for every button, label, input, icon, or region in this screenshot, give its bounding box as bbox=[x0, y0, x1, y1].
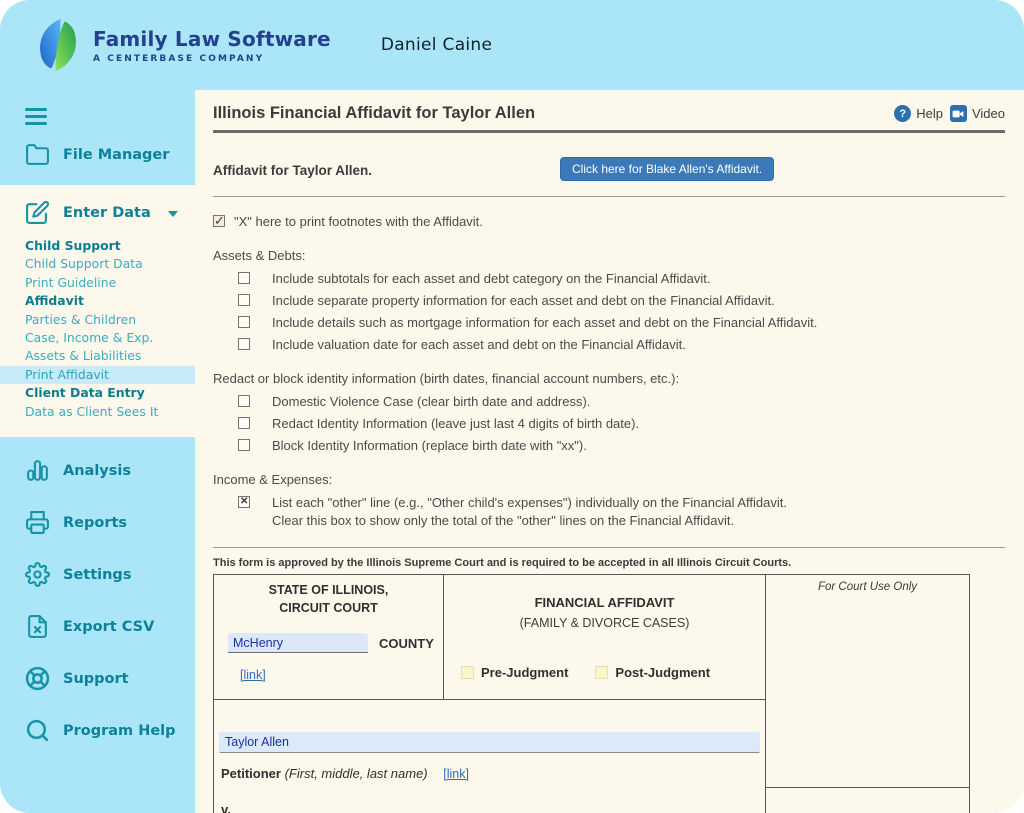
county-input[interactable] bbox=[228, 633, 368, 653]
video-button[interactable]: Video bbox=[950, 105, 1005, 122]
form-title-line2: (FAMILY & DIVORCE CASES) bbox=[444, 613, 765, 634]
enter-data-submenu: Child Support Child Support Data Print G… bbox=[0, 237, 195, 421]
sidebar-item-export-csv[interactable]: Export CSV bbox=[0, 613, 195, 640]
edit-icon bbox=[25, 200, 50, 225]
sidebar: File Manager Enter Data Child Support Ch… bbox=[0, 90, 195, 813]
redact-identity-checkbox[interactable] bbox=[238, 417, 250, 429]
sidebar-item-print-guideline[interactable]: Print Guideline bbox=[0, 274, 195, 292]
county-label: COUNTY bbox=[379, 636, 434, 651]
chevron-down-icon bbox=[168, 211, 178, 217]
video-icon bbox=[950, 105, 967, 122]
brand-name: Family Law Software bbox=[93, 27, 331, 51]
help-button[interactable]: ? Help bbox=[894, 105, 943, 122]
redact-heading: Redact or block identity information (bi… bbox=[213, 371, 1005, 386]
other-lines-checkbox[interactable] bbox=[238, 496, 250, 508]
page-title: Illinois Financial Affidavit for Taylor … bbox=[213, 104, 894, 123]
sidebar-item-label: File Manager bbox=[63, 147, 169, 163]
sidebar-item-child-support[interactable]: Child Support bbox=[0, 237, 195, 255]
other-lines-note: Clear this box to show only the total of… bbox=[213, 513, 1005, 528]
sidebar-item-settings[interactable]: Settings bbox=[0, 561, 195, 588]
footnotes-label: "X" here to print footnotes with the Aff… bbox=[234, 214, 483, 229]
app-window: Family Law Software A CENTERBASE COMPANY… bbox=[0, 0, 1024, 813]
divider bbox=[213, 547, 1005, 548]
option-label: List each "other" line (e.g., "Other chi… bbox=[272, 495, 787, 510]
assets-subtotals-checkbox[interactable] bbox=[238, 272, 250, 284]
approval-note: This form is approved by the Illinois Su… bbox=[213, 557, 1005, 569]
file-x-icon bbox=[25, 614, 50, 639]
county-link[interactable]: [link] bbox=[240, 668, 266, 682]
post-judgment-label: Post-Judgment bbox=[615, 665, 710, 680]
sidebar-item-label: Settings bbox=[63, 567, 131, 583]
app-header: Family Law Software A CENTERBASE COMPANY… bbox=[0, 0, 1024, 90]
court-form: STATE OF ILLINOIS, CIRCUIT COURT COUNTY … bbox=[213, 574, 970, 813]
block-identity-checkbox[interactable] bbox=[238, 439, 250, 451]
option-label: Include subtotals for each asset and deb… bbox=[272, 271, 710, 286]
assets-separate-property-checkbox[interactable] bbox=[238, 294, 250, 306]
form-title-line1: FINANCIAL AFFIDAVIT bbox=[444, 592, 765, 613]
sidebar-item-support[interactable]: Support bbox=[0, 665, 195, 692]
sidebar-item-label: Export CSV bbox=[63, 619, 154, 635]
assets-details-checkbox[interactable] bbox=[238, 316, 250, 328]
sidebar-item-analysis[interactable]: Analysis bbox=[0, 457, 195, 484]
petitioner-hint: (First, middle, last name) bbox=[285, 766, 428, 781]
domestic-violence-checkbox[interactable] bbox=[238, 395, 250, 407]
pre-judgment-label: Pre-Judgment bbox=[481, 665, 568, 680]
sidebar-item-print-affidavit[interactable]: Print Affidavit bbox=[0, 366, 195, 384]
help-icon: ? bbox=[894, 105, 911, 122]
bar-chart-icon bbox=[25, 458, 50, 483]
court-header-line1: STATE OF ILLINOIS, bbox=[214, 581, 443, 599]
sidebar-item-file-manager[interactable]: File Manager bbox=[0, 142, 195, 167]
brand-logo: Family Law Software A CENTERBASE COMPANY bbox=[0, 18, 331, 72]
sidebar-item-data-as-client-sees-it[interactable]: Data as Client Sees It bbox=[0, 403, 195, 421]
option-label: Domestic Violence Case (clear birth date… bbox=[272, 394, 590, 409]
option-label: Include details such as mortgage informa… bbox=[272, 315, 817, 330]
menu-icon[interactable] bbox=[25, 108, 49, 125]
user-name: Daniel Caine bbox=[381, 35, 492, 55]
petitioner-label: Petitioner bbox=[221, 766, 281, 781]
option-label: Include separate property information fo… bbox=[272, 293, 775, 308]
affidavit-for-label: Affidavit for Taylor Allen. bbox=[213, 163, 372, 178]
brand-subtitle: A CENTERBASE COMPANY bbox=[93, 54, 331, 64]
option-label: Block Identity Information (replace birt… bbox=[272, 438, 587, 453]
printer-icon bbox=[25, 510, 50, 535]
leaf-logo-icon bbox=[36, 18, 80, 72]
sidebar-item-label: Program Help bbox=[63, 723, 176, 739]
sidebar-item-child-support-data[interactable]: Child Support Data bbox=[0, 255, 195, 273]
main-content: Illinois Financial Affidavit for Taylor … bbox=[195, 90, 1024, 813]
video-label: Video bbox=[972, 106, 1005, 121]
assets-valuation-date-checkbox[interactable] bbox=[238, 338, 250, 350]
life-buoy-icon bbox=[25, 666, 50, 691]
petitioner-link[interactable]: [link] bbox=[443, 767, 469, 781]
sidebar-item-label: Analysis bbox=[63, 463, 131, 479]
sidebar-item-reports[interactable]: Reports bbox=[0, 509, 195, 536]
footnotes-checkbox[interactable] bbox=[213, 215, 225, 227]
court-use-only-label: For Court Use Only bbox=[766, 575, 969, 788]
assets-debts-heading: Assets & Debts: bbox=[213, 248, 1005, 263]
help-label: Help bbox=[916, 106, 943, 121]
sidebar-item-enter-data[interactable]: Enter Data bbox=[0, 200, 195, 225]
gear-icon bbox=[25, 562, 50, 587]
option-label: Include valuation date for each asset an… bbox=[272, 337, 686, 352]
sidebar-item-label: Reports bbox=[63, 515, 127, 531]
sidebar-item-parties-children[interactable]: Parties & Children bbox=[0, 311, 195, 329]
pre-judgment-checkbox[interactable] bbox=[461, 666, 474, 679]
post-judgment-checkbox[interactable] bbox=[595, 666, 608, 679]
petitioner-name-input[interactable] bbox=[219, 732, 760, 753]
court-header-line2: CIRCUIT COURT bbox=[214, 599, 443, 617]
sidebar-item-label: Support bbox=[63, 671, 129, 687]
sidebar-item-label: Enter Data bbox=[63, 205, 151, 221]
income-expenses-heading: Income & Expenses: bbox=[213, 472, 1005, 487]
sidebar-item-client-data-entry[interactable]: Client Data Entry bbox=[0, 384, 195, 402]
sidebar-item-assets-liabilities[interactable]: Assets & Liabilities bbox=[0, 347, 195, 365]
sidebar-item-case-income-exp[interactable]: Case, Income & Exp. bbox=[0, 329, 195, 347]
blake-affidavit-button[interactable]: Click here for Blake Allen's Affidavit. bbox=[560, 157, 774, 181]
divider bbox=[213, 196, 1005, 197]
option-label: Redact Identity Information (leave just … bbox=[272, 416, 639, 431]
folder-icon bbox=[25, 142, 50, 167]
sidebar-item-affidavit[interactable]: Affidavit bbox=[0, 292, 195, 310]
versus-label: v. bbox=[219, 802, 760, 813]
search-icon bbox=[25, 718, 50, 743]
sidebar-item-program-help[interactable]: Program Help bbox=[0, 717, 195, 744]
